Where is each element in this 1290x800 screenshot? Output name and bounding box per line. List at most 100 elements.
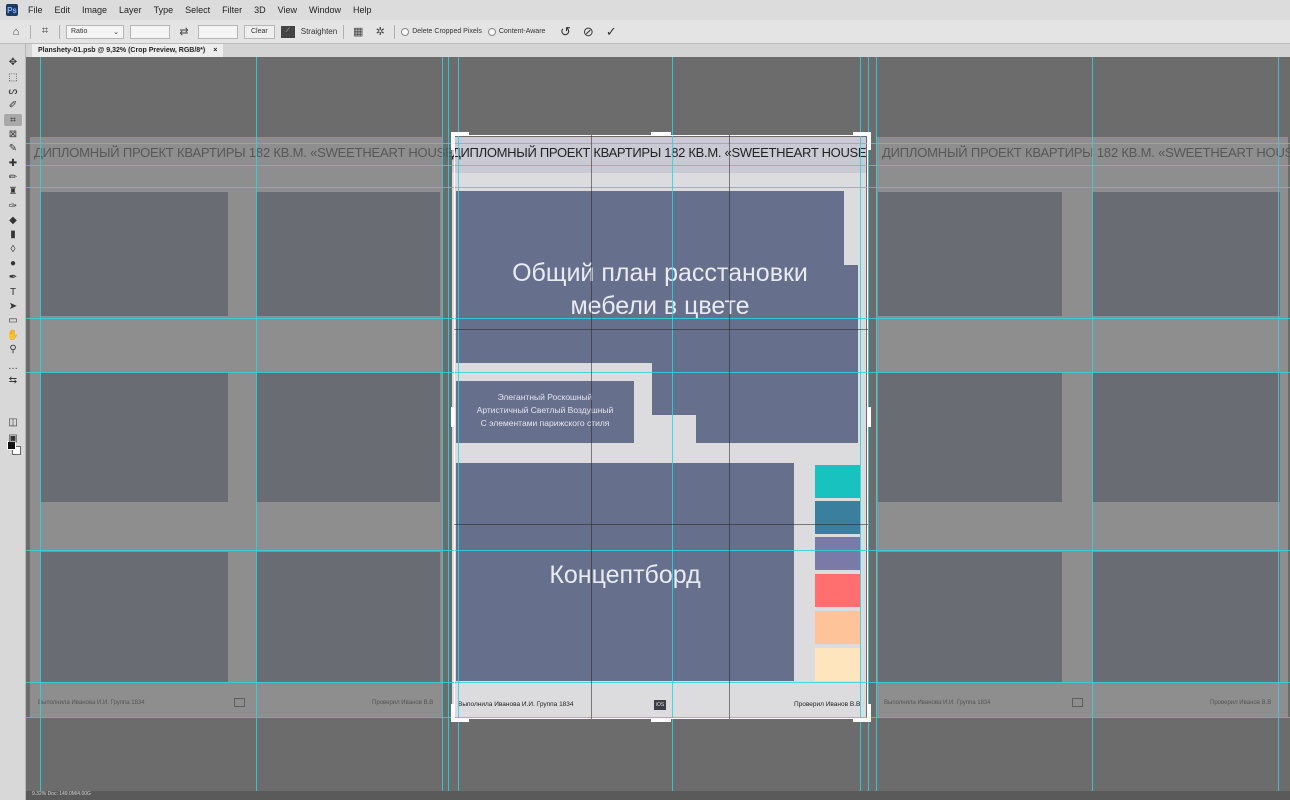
swap-colors-icon[interactable]: ⇆: [4, 374, 22, 386]
menu-filter[interactable]: Filter: [220, 5, 244, 15]
move-icon[interactable]: ✥: [4, 56, 22, 68]
dodge-icon[interactable]: ●: [4, 257, 22, 269]
options-bar: ⌂ ⌗ Ratio ⌄ ⇄ Clear ⟋ Straighten ▦ ✲ Del…: [0, 20, 1290, 44]
guide-vertical[interactable]: [442, 57, 443, 800]
zoom-icon[interactable]: ⚲: [4, 343, 22, 355]
divider: [394, 24, 396, 39]
crop-handle-top[interactable]: [651, 132, 671, 136]
crop-handle-bottom-left[interactable]: [451, 704, 455, 722]
menu-edit[interactable]: Edit: [53, 5, 73, 15]
straighten-label[interactable]: Straighten: [301, 27, 337, 36]
history-brush-icon[interactable]: ✑: [4, 200, 22, 212]
menu-image[interactable]: Image: [80, 5, 109, 15]
content-aware-checkbox[interactable]: Content-Aware: [487, 27, 545, 36]
rectangle-icon[interactable]: ▭: [4, 314, 22, 326]
ratio-select[interactable]: Ratio ⌄: [66, 24, 124, 39]
quick-mask-icon[interactable]: ◫: [4, 416, 22, 428]
home-icon[interactable]: ⌂: [8, 24, 24, 40]
straighten-icon[interactable]: ⟋: [280, 25, 295, 38]
crop-handle-top-left[interactable]: [451, 132, 455, 150]
overlay-grid-icon[interactable]: ▦: [350, 24, 366, 40]
type-icon[interactable]: T: [4, 286, 22, 298]
clear-button[interactable]: Clear: [244, 24, 275, 39]
swap-arrows-icon[interactable]: ⇄: [176, 24, 192, 40]
brush-icon[interactable]: ✏: [4, 171, 22, 183]
screen-mode-icon[interactable]: ▣: [4, 432, 22, 444]
artboard-left-panel: [256, 192, 440, 316]
guide-vertical[interactable]: [1278, 57, 1279, 800]
clone-stamp-icon[interactable]: ♜: [4, 185, 22, 197]
artboard-right-footer-right: Проверил Иванов В.В: [1210, 700, 1272, 706]
close-icon[interactable]: ×: [213, 47, 217, 54]
canvas-area[interactable]: ДИПЛОМНЫЙ ПРОЕКТ КВАРТИРЫ 182 КВ.М. «SWE…: [26, 57, 1290, 800]
menu-type[interactable]: Type: [152, 5, 176, 15]
checkbox-box[interactable]: [487, 27, 496, 36]
artboard-left-panel: [256, 552, 440, 682]
menu-3d[interactable]: 3D: [252, 5, 268, 15]
path-select-icon[interactable]: ➤: [4, 300, 22, 312]
healing-brush-icon[interactable]: ✚: [4, 157, 22, 169]
crop-handle-top-right[interactable]: [867, 132, 871, 150]
artboard-right-panel: [1092, 552, 1280, 682]
eyedropper-icon[interactable]: ✎: [4, 142, 22, 154]
guide-vertical[interactable]: [1092, 57, 1093, 800]
more-tools-icon[interactable]: …: [4, 360, 22, 372]
document-tab[interactable]: Planshety-01.psb @ 9,32% (Crop Preview, …: [32, 44, 224, 57]
guide-vertical[interactable]: [868, 57, 869, 800]
crop-commit-group: ↺ ⊘ ✓: [560, 24, 617, 40]
frame-icon[interactable]: ⊠: [4, 128, 22, 140]
photoshop-logo-icon[interactable]: Ps: [6, 4, 18, 16]
artboard-left-panel: [40, 552, 228, 682]
guide-vertical[interactable]: [256, 57, 257, 800]
artboard-right-panel: [878, 372, 1062, 502]
artboard-right-panel: [878, 192, 1062, 316]
menu-select[interactable]: Select: [183, 5, 212, 15]
ratio-label: Ratio: [71, 28, 88, 35]
hand-icon[interactable]: ✋: [4, 329, 22, 341]
guide-vertical[interactable]: [40, 57, 41, 800]
crop-handle-bottom-right[interactable]: [867, 704, 871, 722]
reset-icon[interactable]: ↺: [560, 24, 571, 40]
crop-tool-preset-icon[interactable]: ⌗: [37, 24, 53, 40]
delete-cropped-label: Delete Cropped Pixels: [412, 28, 482, 35]
crop-icon[interactable]: ⌗: [4, 114, 22, 126]
artboard-left-panel: [256, 372, 440, 502]
menu-window[interactable]: Window: [307, 5, 343, 15]
crop-grid-line: [454, 524, 868, 525]
artboard-right-title: ДИПЛОМНЫЙ ПРОЕКТ КВАРТИРЫ 182 КВ.М. «SWE…: [882, 145, 1290, 160]
lasso-icon[interactable]: ᔕ: [4, 85, 22, 97]
artboard-left-panel: [40, 372, 228, 502]
menu-file[interactable]: File: [26, 5, 45, 15]
blur-icon[interactable]: ◊: [4, 243, 22, 255]
marquee-icon[interactable]: ⬚: [4, 71, 22, 83]
crop-handle-left[interactable]: [451, 407, 455, 427]
artboard-right-footer-icon: [1072, 698, 1083, 707]
status-bar: 9.32% Doc: 149.0M/4.00G: [26, 791, 1290, 800]
divider: [59, 24, 60, 39]
pen-icon[interactable]: ✒: [4, 271, 22, 283]
status-text: 9.32% Doc: 149.0M/4.00G: [32, 791, 91, 797]
menu-layer[interactable]: Layer: [117, 5, 144, 15]
check-icon[interactable]: ✓: [606, 24, 617, 40]
cancel-icon[interactable]: ⊘: [583, 24, 594, 40]
artboard-left-footer-left: Выполнила Иванова И.И. Группа 1834: [38, 700, 145, 706]
guide-vertical[interactable]: [448, 57, 449, 800]
menu-view[interactable]: View: [276, 5, 299, 15]
delete-cropped-checkbox[interactable]: Delete Cropped Pixels: [401, 27, 482, 36]
menu-help[interactable]: Help: [351, 5, 374, 15]
crop-grid-line: [591, 135, 592, 719]
crop-handle-bottom[interactable]: [651, 718, 671, 722]
crop-height-field[interactable]: [198, 24, 238, 39]
crop-grid-line: [729, 135, 730, 719]
guide-vertical[interactable]: [876, 57, 877, 800]
eraser-icon[interactable]: ◆: [4, 214, 22, 226]
crop-width-field[interactable]: [130, 24, 170, 39]
crop-handle-right[interactable]: [867, 407, 871, 427]
crop-frame[interactable]: [454, 135, 868, 719]
tools-panel: ✥ ⬚ ᔕ ✐ ⌗ ⊠ ✎ ✚ ✏ ♜ ✑ ◆ ▮ ◊ ● ✒ T ➤ ▭ ✋ …: [0, 44, 26, 800]
quick-select-icon[interactable]: ✐: [4, 99, 22, 111]
gradient-icon[interactable]: ▮: [4, 228, 22, 240]
artboard-right-panel: [1092, 192, 1280, 316]
gear-icon[interactable]: ✲: [372, 24, 388, 40]
checkbox-box[interactable]: [401, 27, 410, 36]
